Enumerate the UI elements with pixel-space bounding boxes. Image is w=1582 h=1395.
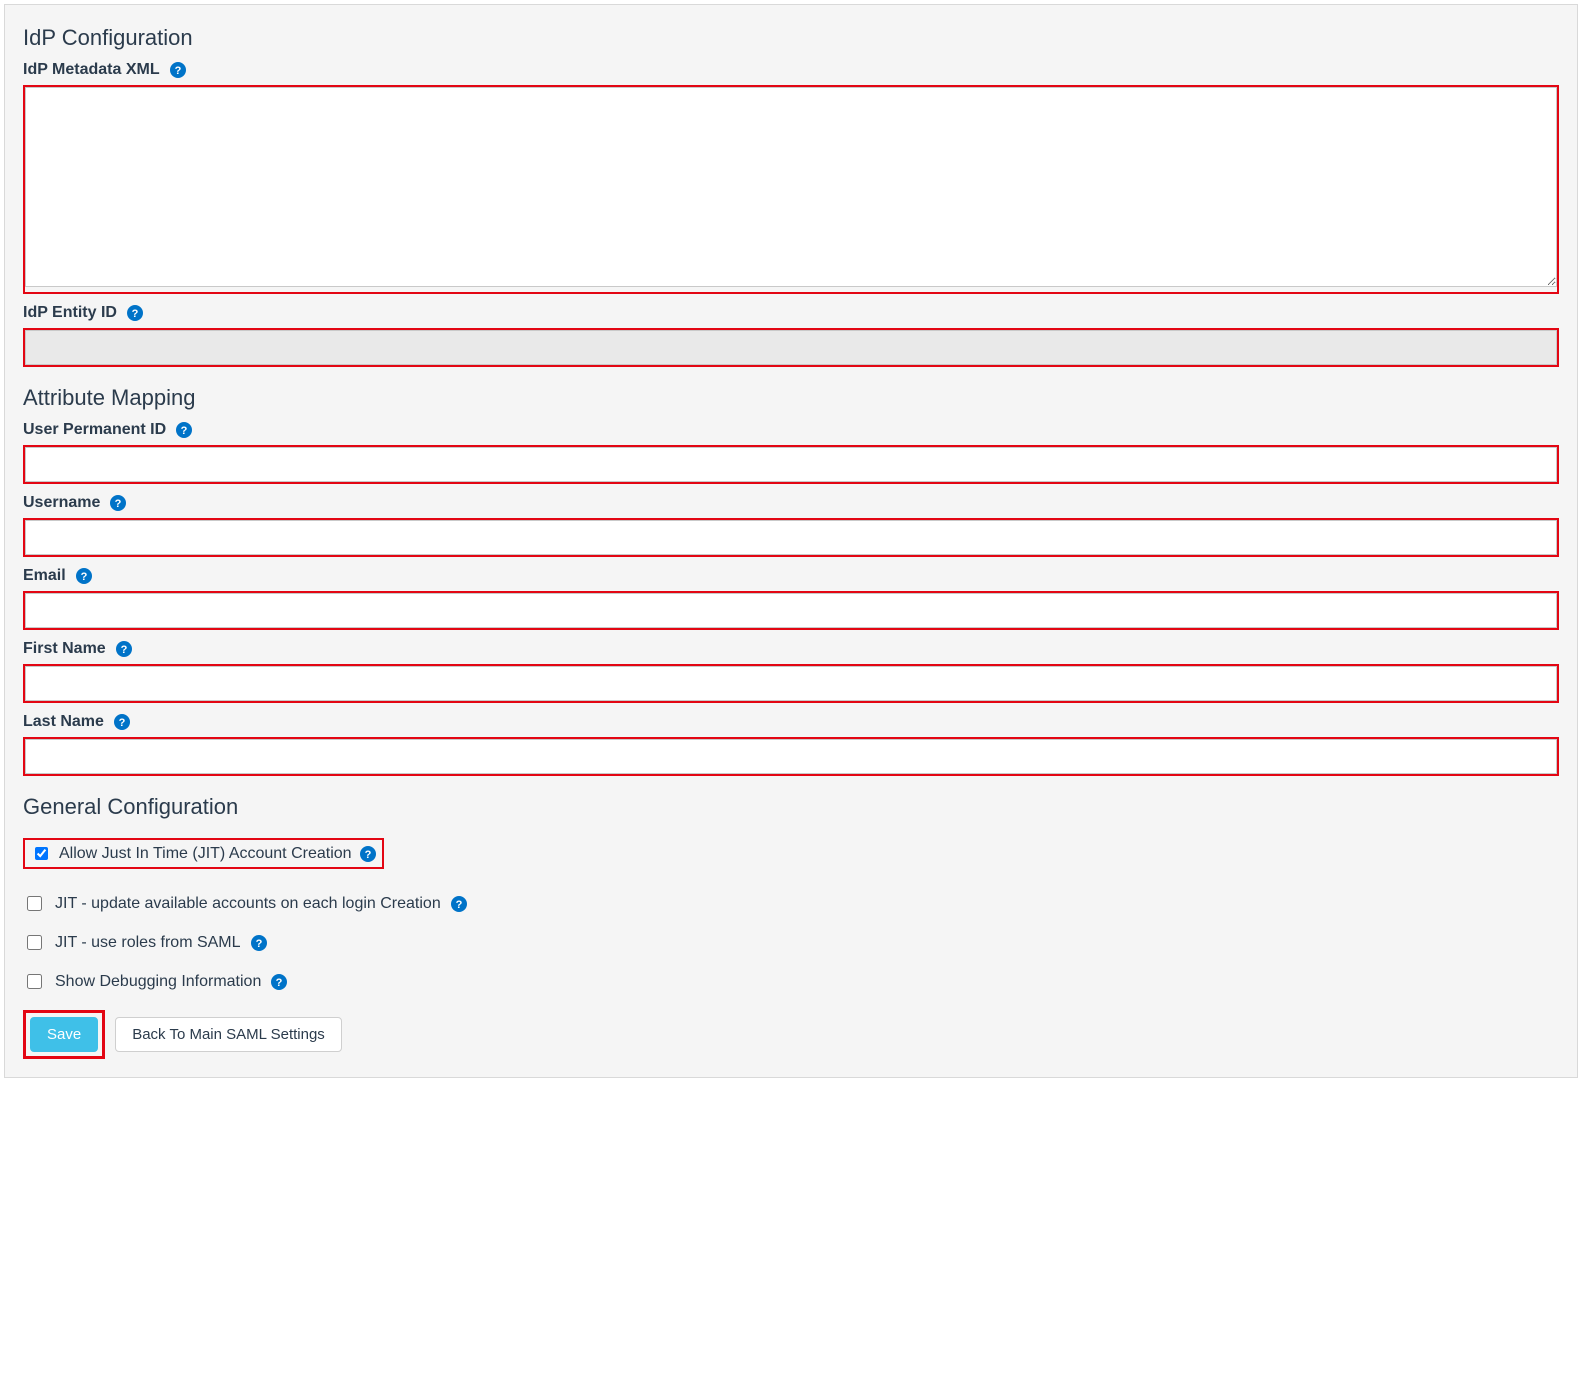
help-icon[interactable]: [76, 568, 92, 584]
label-row-last-name: Last Name: [23, 713, 1559, 731]
help-icon[interactable]: [271, 974, 287, 990]
help-icon[interactable]: [170, 62, 186, 78]
label-email: Email: [23, 567, 66, 585]
idp-metadata-xml-textarea[interactable]: [25, 87, 1557, 287]
config-panel: IdP Configuration IdP Metadata XML IdP E…: [4, 4, 1578, 1078]
help-icon[interactable]: [127, 305, 143, 321]
help-icon[interactable]: [176, 422, 192, 438]
jit-create-label: Allow Just In Time (JIT) Account Creatio…: [59, 845, 352, 863]
label-row-idp-metadata: IdP Metadata XML: [23, 61, 1559, 79]
first-name-input[interactable]: [25, 666, 1557, 701]
help-icon[interactable]: [451, 896, 467, 912]
help-icon[interactable]: [110, 495, 126, 511]
help-icon[interactable]: [360, 846, 376, 862]
highlight-save: Save: [23, 1010, 105, 1059]
email-input[interactable]: [25, 593, 1557, 628]
jit-update-label: JIT - update available accounts on each …: [55, 895, 441, 913]
jit-roles-checkbox[interactable]: [27, 935, 42, 950]
row-show-debug: Show Debugging Information: [23, 971, 1559, 992]
help-icon[interactable]: [114, 714, 130, 730]
show-debug-label: Show Debugging Information: [55, 973, 261, 991]
username-input[interactable]: [25, 520, 1557, 555]
show-debug-checkbox[interactable]: [27, 974, 42, 989]
highlight-idp-entity-id: [23, 328, 1559, 367]
row-jit-roles: JIT - use roles from SAML: [23, 932, 1559, 953]
label-idp-entity-id: IdP Entity ID: [23, 304, 117, 322]
help-icon[interactable]: [116, 641, 132, 657]
back-button[interactable]: Back To Main SAML Settings: [115, 1017, 342, 1052]
jit-create-checkbox[interactable]: [35, 847, 48, 860]
section-title-idp: IdP Configuration: [23, 25, 1559, 51]
highlight-jit-create: Allow Just In Time (JIT) Account Creatio…: [23, 838, 384, 869]
user-permanent-id-input[interactable]: [25, 447, 1557, 482]
row-jit-update: JIT - update available accounts on each …: [23, 893, 1559, 914]
help-icon[interactable]: [251, 935, 267, 951]
highlight-last-name: [23, 737, 1559, 776]
label-last-name: Last Name: [23, 713, 104, 731]
label-row-idp-entity-id: IdP Entity ID: [23, 304, 1559, 322]
jit-update-checkbox[interactable]: [27, 896, 42, 911]
highlight-username: [23, 518, 1559, 557]
last-name-input[interactable]: [25, 739, 1557, 774]
highlight-email: [23, 591, 1559, 630]
save-button[interactable]: Save: [30, 1017, 98, 1052]
label-user-permanent-id: User Permanent ID: [23, 421, 166, 439]
label-row-first-name: First Name: [23, 640, 1559, 658]
highlight-idp-metadata: [23, 85, 1559, 294]
jit-roles-label: JIT - use roles from SAML: [55, 934, 241, 952]
idp-entity-id-input: [25, 330, 1557, 365]
label-username: Username: [23, 494, 100, 512]
label-row-user-permanent-id: User Permanent ID: [23, 421, 1559, 439]
label-row-username: Username: [23, 494, 1559, 512]
label-first-name: First Name: [23, 640, 106, 658]
button-row: Save Back To Main SAML Settings: [23, 1010, 1559, 1059]
section-title-general: General Configuration: [23, 794, 1559, 820]
highlight-user-permanent-id: [23, 445, 1559, 484]
highlight-first-name: [23, 664, 1559, 703]
label-row-email: Email: [23, 567, 1559, 585]
section-title-attr: Attribute Mapping: [23, 385, 1559, 411]
label-idp-metadata: IdP Metadata XML: [23, 61, 160, 79]
